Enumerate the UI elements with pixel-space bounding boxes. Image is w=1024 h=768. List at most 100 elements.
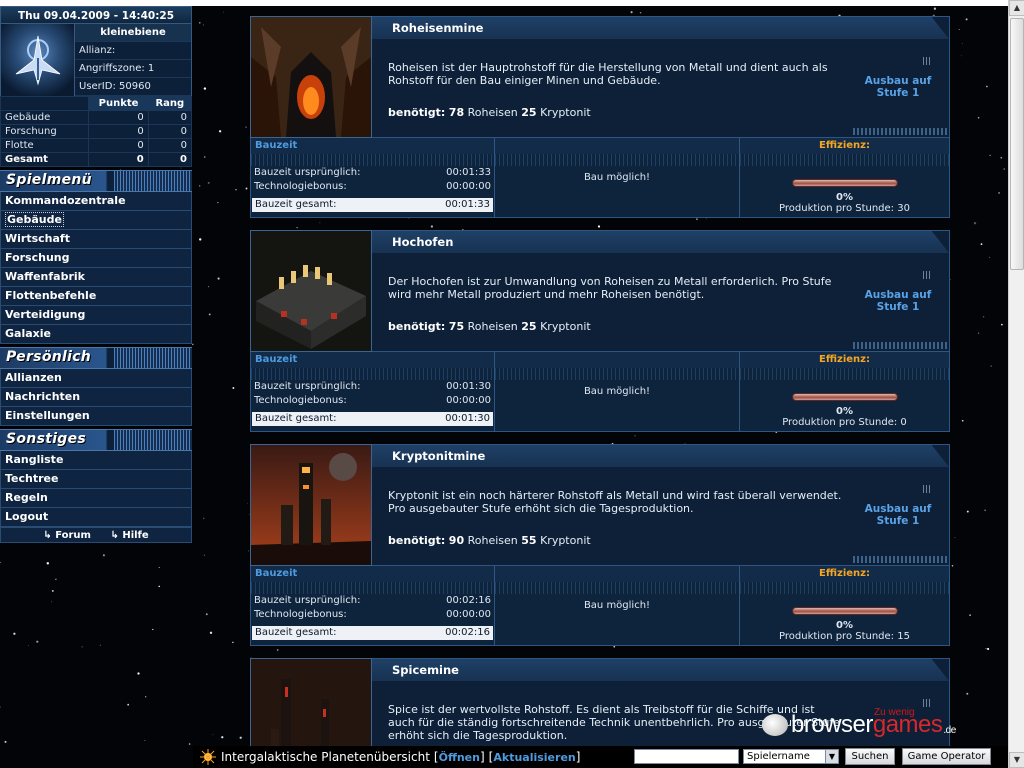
panel-grille [853, 556, 949, 563]
time-value: 00:01:30 [445, 413, 490, 424]
forum-link[interactable]: ↳ Forum [43, 530, 91, 541]
time-total-row: Bauzeit gesamt: 00:01:33 [252, 198, 493, 212]
time-label: Technologiebonus: [254, 395, 347, 406]
table-row: Gebäude 0 0 [0, 110, 193, 125]
panel-grille [495, 582, 739, 594]
menu-item-nachrichten[interactable]: Nachrichten [0, 388, 192, 407]
player-search-input[interactable] [634, 749, 739, 764]
time-label: Bauzeit ursprünglich: [254, 381, 361, 392]
help-link[interactable]: ↳ Hilfe [110, 530, 148, 541]
grip-icon [923, 57, 931, 65]
building-title: Spicemine [372, 659, 949, 681]
scroll-up-arrow-icon[interactable]: ▲ [1009, 0, 1024, 16]
planet-overview-bar: Intergalaktische Planetenübersicht [Öffn… [193, 746, 1008, 768]
efficiency-bar [791, 179, 898, 187]
stat-points: 0 [88, 152, 149, 167]
build-status-panel: Bau möglich! [495, 566, 740, 646]
stat-rank: 0 [147, 110, 193, 125]
building-list: Roheisenmine Roheisen ist der Hauptrohst… [250, 16, 950, 768]
menu-item-flottenbefehle[interactable]: Flottenbefehle [0, 287, 192, 306]
cost-roheisen: 90 [448, 534, 465, 547]
menu-item-label: Gebäude [5, 212, 64, 227]
vertical-scrollbar[interactable]: ▲ ▼ [1008, 0, 1024, 768]
production-value: 0 [900, 417, 907, 428]
menu-item-kommandozentrale[interactable]: Kommandozentrale [0, 192, 192, 211]
header-stripes [114, 430, 192, 450]
alliance-label: Allianz: [75, 42, 191, 60]
menu-item-gebaeude[interactable]: Gebäude [0, 211, 192, 230]
time-value: 00:01:30 [446, 381, 491, 392]
efficiency-panel: Effizienz: 0% Produktion pro Stunde: 15 [740, 566, 950, 646]
resource-label: Roheisen [467, 106, 518, 119]
stat-label: Flotte [0, 138, 90, 153]
menu-item-einstellungen[interactable]: Einstellungen [0, 407, 192, 426]
efficiency-panel: Effizienz: 0% Produktion pro Stunde: 30 [740, 138, 950, 218]
search-type-select[interactable]: Spielername ▼ [743, 749, 839, 764]
time-label: Bauzeit ursprünglich: [254, 595, 361, 606]
panel-grille [251, 368, 494, 380]
efficiency-bar [791, 607, 898, 615]
time-value: 00:02:16 [445, 627, 490, 638]
cost-label: benötigt: [388, 534, 446, 547]
menu-item-allianzen[interactable]: Allianzen [0, 369, 192, 388]
help-label: Hilfe [122, 530, 149, 541]
production-label: Produktion pro Stunde: [779, 631, 898, 642]
grip-icon [923, 485, 931, 493]
panel-grille [853, 342, 949, 349]
cost-kryptonit: 55 [521, 534, 537, 547]
menu-item-rangliste[interactable]: Rangliste [0, 451, 192, 470]
menu-item-techtree[interactable]: Techtree [0, 470, 192, 489]
efficiency-value: 0% [836, 620, 853, 631]
production-rate: Produktion pro Stunde: 30 [740, 203, 949, 214]
production-rate: Produktion pro Stunde: 0 [740, 417, 949, 428]
sidebar-footer: ↳ Forum ↳ Hilfe [0, 527, 192, 543]
game-operator-button[interactable]: Game Operator [902, 748, 991, 765]
scroll-thumb[interactable] [1010, 18, 1024, 270]
menu-item-regeln[interactable]: Regeln [0, 489, 192, 508]
panel-grille [740, 154, 949, 166]
resource-label: Kryptonit [540, 534, 591, 547]
upgrade-link[interactable]: Ausbau auf Stufe 1 [863, 75, 933, 99]
menu-item-verteidigung[interactable]: Verteidigung [0, 306, 192, 325]
refresh-link[interactable]: Aktualisieren [493, 751, 575, 764]
bracket-close: ] [575, 750, 581, 764]
scroll-down-arrow-icon[interactable]: ▼ [1009, 752, 1024, 768]
efficiency-header: Effizienz: [740, 352, 949, 368]
menu-header-sonstiges: Sonstiges [0, 429, 192, 451]
table-row-total: Gesamt 0 0 [0, 152, 193, 167]
stat-label: Gesamt [0, 152, 90, 167]
menu-item-wirtschaft[interactable]: Wirtschaft [0, 230, 192, 249]
attack-zone: Angriffszone: 1 [75, 60, 191, 78]
open-link[interactable]: Öffnen [439, 751, 480, 764]
time-label: Technologiebonus: [254, 181, 347, 192]
user-info: kleinebiene Allianz: Angriffszone: 1 Use… [75, 24, 191, 96]
menu-item-logout[interactable]: Logout [0, 508, 192, 527]
time-value: 00:02:16 [446, 595, 491, 606]
table-row: Forschung 0 0 [0, 124, 193, 139]
cost-label: benötigt: [388, 106, 446, 119]
grip-icon [923, 271, 931, 279]
upgrade-link[interactable]: Ausbau auf Stufe 1 [863, 289, 933, 313]
production-value: 15 [897, 631, 910, 642]
build-time-panel: Bauzeit Bauzeit ursprünglich: 00:01:33 Te… [250, 138, 495, 218]
search-button[interactable]: Suchen [845, 748, 895, 765]
building-info: Kryptonitmine Kryptonit ist ein noch här… [372, 444, 950, 566]
building-info: Hochofen Der Hochofen ist zur Umwandlung… [372, 230, 950, 352]
chevron-down-icon[interactable]: ▼ [825, 750, 838, 763]
building-card: Roheisenmine Roheisen ist der Hauptrohst… [250, 16, 950, 218]
menu-header-title: Spielmenü [6, 172, 92, 188]
upgrade-link[interactable]: Ausbau auf Stufe 1 [863, 503, 933, 527]
build-status-panel: Bau möglich! [495, 138, 740, 218]
production-label: Produktion pro Stunde: [779, 203, 898, 214]
menu-item-waffenfabrik[interactable]: Waffenfabrik [0, 268, 192, 287]
efficiency-value: 0% [836, 192, 853, 203]
top-divider [0, 0, 1008, 6]
cost-kryptonit: 25 [521, 106, 537, 119]
stat-label: Forschung [0, 124, 90, 139]
production-rate: Produktion pro Stunde: 15 [740, 631, 949, 642]
panel-grille [853, 128, 949, 135]
menu-item-galaxie[interactable]: Galaxie [0, 325, 192, 344]
arrow-icon: ↳ [110, 530, 123, 541]
server-datetime: Thu 09.04.2009 - 14:40:25 [0, 6, 192, 24]
menu-item-forschung[interactable]: Forschung [0, 249, 192, 268]
